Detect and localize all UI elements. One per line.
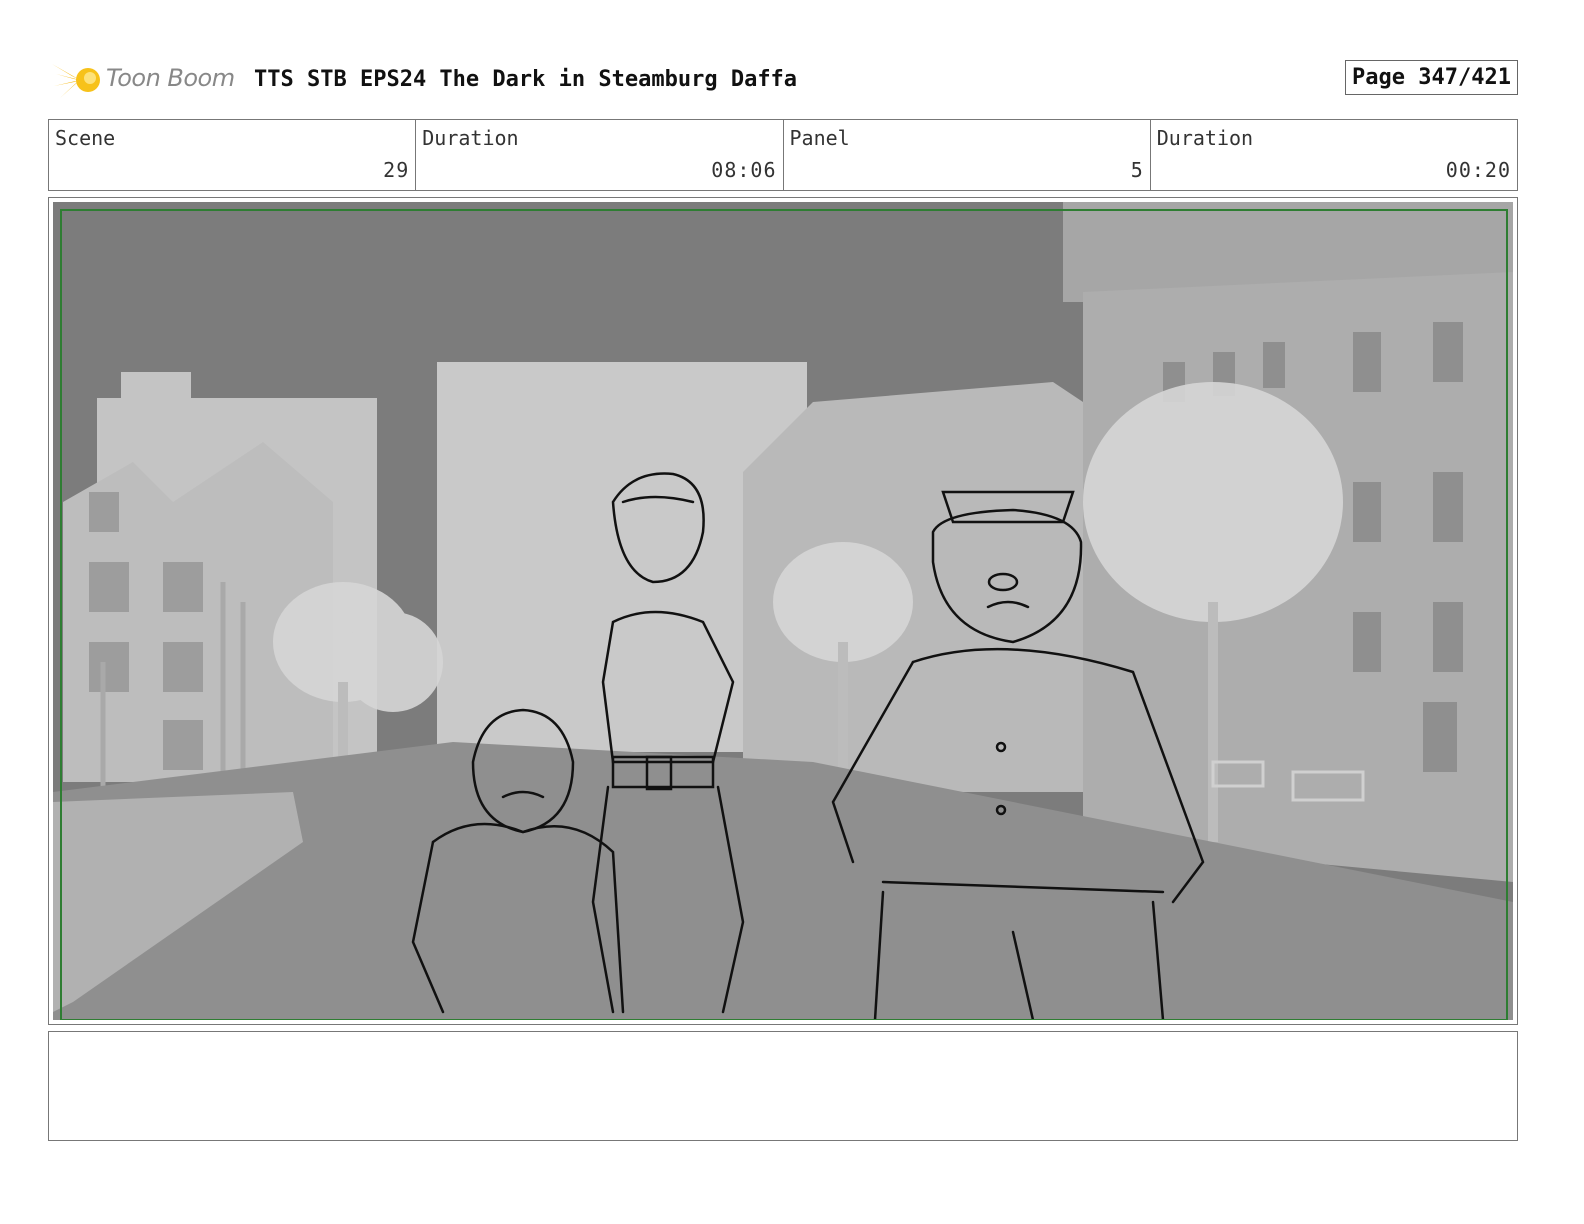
logo-text: Toon Boom: [106, 64, 235, 92]
scene-label: Scene: [55, 126, 116, 150]
scene-info-table: Scene 29 Duration 08:06 Panel 5 Duration…: [48, 119, 1518, 191]
scene-value: 29: [383, 158, 410, 182]
document-title: TTS STB EPS24 The Dark in Steamburg Daff…: [254, 67, 798, 92]
panel-value: 5: [1130, 158, 1144, 182]
panel-image: [53, 202, 1513, 1020]
panel-cell: Panel 5: [784, 120, 1151, 190]
page-header: Toon Boom TTS STB EPS24 The Dark in Stea…: [48, 56, 1520, 104]
toon-boom-logo: Toon Boom: [50, 56, 250, 104]
panel-label: Panel: [789, 126, 850, 150]
storyboard-panel: [48, 197, 1518, 1025]
scene-duration-value: 08:06: [711, 158, 777, 182]
panel-duration-cell: Duration 00:20: [1151, 120, 1517, 190]
scene-cell: Scene 29: [49, 120, 417, 190]
street-scene-drawing: [53, 202, 1513, 1020]
page-number: Page 347/421: [1345, 60, 1518, 95]
scene-duration-label: Duration: [422, 126, 519, 150]
panel-duration-value: 00:20: [1445, 158, 1511, 182]
panel-duration-label: Duration: [1156, 126, 1254, 150]
scene-duration-cell: Duration 08:06: [416, 120, 784, 190]
notes-box: [48, 1031, 1518, 1141]
starburst-icon: [52, 60, 100, 98]
